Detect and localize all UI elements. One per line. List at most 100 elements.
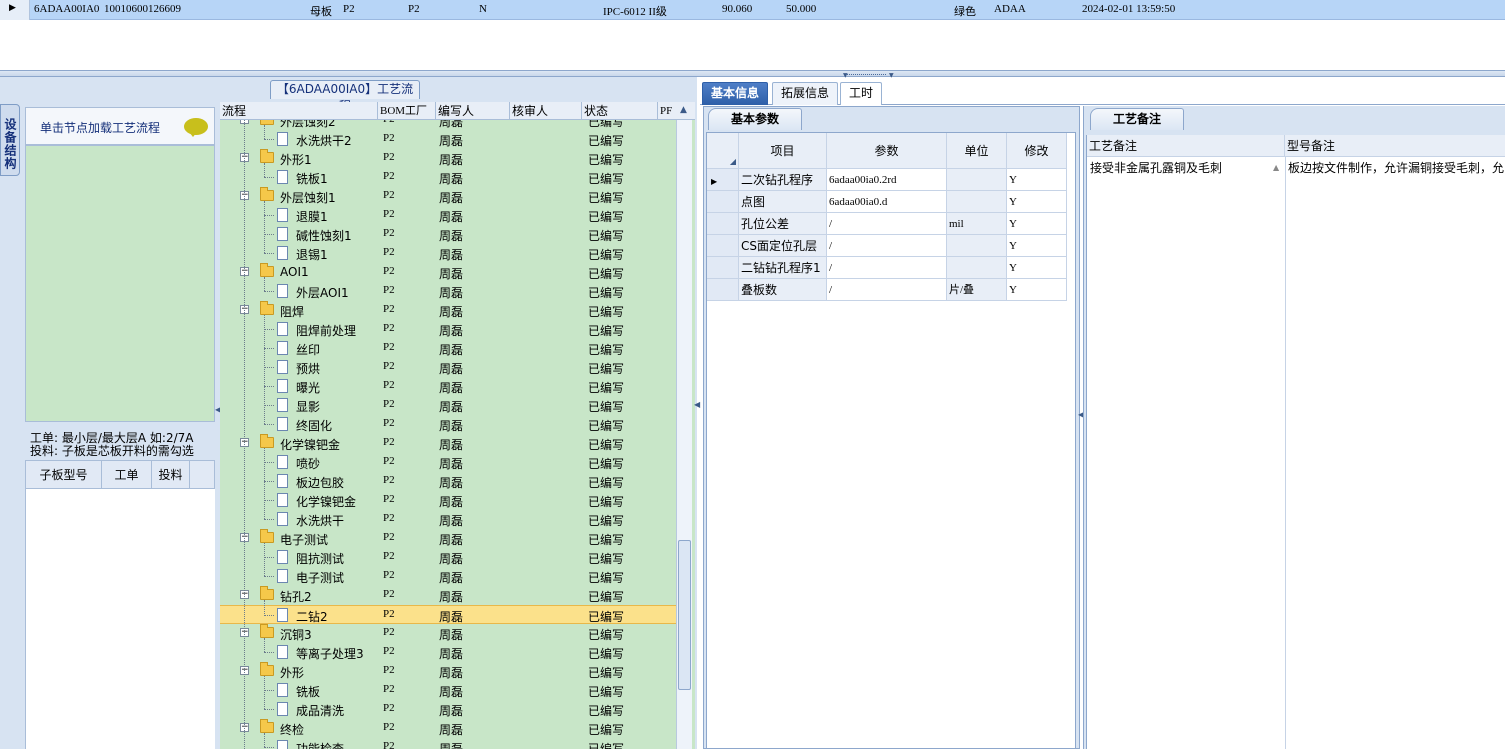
folder-icon <box>260 149 274 163</box>
tree-row[interactable]: −外层蚀刻2P2周磊已编写 <box>220 120 676 130</box>
model-remark-text[interactable]: 板边按文件制作，允许漏铜接受毛刺，允 <box>1288 159 1504 176</box>
col-modify[interactable]: 修改 <box>1007 133 1067 169</box>
row-header[interactable] <box>707 257 739 279</box>
tree-row[interactable]: − 沉铜3 P2 周磊 已编写 <box>220 624 676 643</box>
tree-row[interactable]: 板边包胶 P2 周磊 已编写 <box>220 472 676 491</box>
col-item[interactable]: 项目 <box>739 133 827 169</box>
col-subboard-model[interactable]: 子板型号 <box>26 461 102 490</box>
tree-row[interactable]: 丝印 P2 周磊 已编写 <box>220 339 676 358</box>
col-param[interactable]: 参数 <box>827 133 947 169</box>
tree-row[interactable]: 阻抗测试 P2 周磊 已编写 <box>220 548 676 567</box>
tab-equipment-structure[interactable]: 设备结构 <box>0 104 20 176</box>
tree-row[interactable]: − 电子测试 P2 周磊 已编写 <box>220 529 676 548</box>
tree-row[interactable]: − 外形 P2 周磊 已编写 <box>220 662 676 681</box>
bom-factory-cell: P2 <box>383 455 395 467</box>
bom-factory-cell: P2 <box>383 588 395 600</box>
tab-basic-info[interactable]: 基本信息 <box>702 82 769 105</box>
param-modify-cell[interactable]: Y <box>1007 169 1067 191</box>
writer-cell: 周磊 <box>439 438 464 452</box>
tree-row[interactable]: 成品清洗 P2 周磊 已编写 <box>220 700 676 719</box>
col-process[interactable]: 流程 <box>220 102 378 120</box>
param-value-cell[interactable]: / <box>827 257 947 279</box>
subboard-list[interactable] <box>25 489 215 749</box>
param-modify-cell[interactable]: Y <box>1007 279 1067 301</box>
tab-basic-params[interactable]: 基本参数 <box>708 108 802 130</box>
tree-row[interactable]: 铣板 P2 周磊 已编写 <box>220 681 676 700</box>
params-grid[interactable]: ◢ 项目 参数 单位 修改 ▶ 二次钻孔程序 6adaa00ia0.2rd Y 点图 6a… <box>706 132 1076 749</box>
process-tree[interactable]: 流程 BOM工厂 编写人 核审人 状态 PF ▲ −外层蚀刻2P2周磊已编写水洗… <box>220 102 695 749</box>
tree-row[interactable]: 退锡1 P2 周磊 已编写 <box>220 244 676 263</box>
col-process-remark[interactable]: 工艺备注 <box>1087 135 1285 157</box>
col-unit[interactable]: 单位 <box>947 133 1007 169</box>
tree-row[interactable]: − 化学镍钯金 P2 周磊 已编写 <box>220 434 676 453</box>
collapse-arrow-icon[interactable]: ◀ <box>694 400 700 409</box>
param-modify-cell[interactable]: Y <box>1007 213 1067 235</box>
tree-row[interactable]: 化学镍钯金 P2 周磊 已编写 <box>220 491 676 510</box>
tree-row[interactable]: 曝光 P2 周磊 已编写 <box>220 377 676 396</box>
tree-row[interactable]: 退膜1 P2 周磊 已编写 <box>220 206 676 225</box>
col-status[interactable]: 状态 <box>582 102 658 120</box>
order-row[interactable]: ▶ 6ADAA00IA0 10010600126609 母板 P2 P2 N I… <box>0 0 1505 20</box>
col-writer[interactable]: 编写人 <box>436 102 510 120</box>
tree-row[interactable]: 阻焊前处理 P2 周磊 已编写 <box>220 320 676 339</box>
col-feed[interactable]: 投料 <box>152 461 190 490</box>
tree-row[interactable]: 外层AOI1 P2 周磊 已编写 <box>220 282 676 301</box>
tree-row[interactable]: − AOI1 P2 周磊 已编写 <box>220 263 676 282</box>
tree-row[interactable]: 等离子处理3 P2 周磊 已编写 <box>220 643 676 662</box>
tree-row[interactable]: − 外形1 P2 周磊 已编写 <box>220 149 676 168</box>
param-modify-cell[interactable]: Y <box>1007 235 1067 257</box>
scroll-up-icon[interactable]: ▲ <box>1273 163 1279 172</box>
tab-work-hours[interactable]: 工时 <box>840 82 883 105</box>
status-cell: 已编写 <box>588 590 625 604</box>
tree-row[interactable]: 终固化 P2 周磊 已编写 <box>220 415 676 434</box>
param-value-cell[interactable]: / <box>827 213 947 235</box>
param-item-cell: 叠板数 <box>739 279 827 301</box>
process-remark-text[interactable]: 接受非金属孔露铜及毛刺 <box>1090 159 1222 176</box>
row-header[interactable] <box>707 279 739 301</box>
tree-node-label: 二钻2 <box>296 610 328 624</box>
document-icon <box>277 208 288 222</box>
tree-row[interactable]: 碱性蚀刻1 P2 周磊 已编写 <box>220 225 676 244</box>
tree-row[interactable]: 二钻2 P2 周磊 已编写 <box>220 605 676 624</box>
tree-row[interactable]: 水洗烘干 P2 周磊 已编写 <box>220 510 676 529</box>
tree-row[interactable]: 功能检查 P2 周磊 已编写 <box>220 738 676 749</box>
col-bom-factory[interactable]: BOM工厂 <box>378 102 436 120</box>
tree-row[interactable]: − 阻焊 P2 周磊 已编写 <box>220 301 676 320</box>
status-cell: 已编写 <box>588 438 625 452</box>
tree-connector <box>264 386 274 387</box>
status-cell: 已编写 <box>588 552 625 566</box>
writer-cell: 周磊 <box>439 172 464 186</box>
param-modify-cell[interactable]: Y <box>1007 191 1067 213</box>
tree-row[interactable]: 预烘 P2 周磊 已编写 <box>220 358 676 377</box>
remarks-grid[interactable]: 工艺备注 型号备注 接受非金属孔露铜及毛刺 ▲ 板边按文件制作，允许漏铜接受毛刺… <box>1086 135 1505 749</box>
tree-row[interactable]: − 外层蚀刻1 P2 周磊 已编写 <box>220 187 676 206</box>
col-workorder[interactable]: 工单 <box>102 461 152 490</box>
tree-row[interactable]: 电子测试 P2 周磊 已编写 <box>220 567 676 586</box>
tab-process-remarks[interactable]: 工艺备注 <box>1090 108 1184 130</box>
param-modify-cell[interactable]: Y <box>1007 257 1067 279</box>
tree-row[interactable]: 显影 P2 周磊 已编写 <box>220 396 676 415</box>
tree-row[interactable]: 水洗烘干2 P2 周磊 已编写 <box>220 130 676 149</box>
horizontal-splitter[interactable]: ▼ ▼ <box>0 70 1505 79</box>
tab-extended-info[interactable]: 拓展信息 <box>772 82 839 105</box>
col-reviewer[interactable]: 核审人 <box>510 102 582 120</box>
row-header[interactable] <box>707 191 739 213</box>
row-header[interactable] <box>707 235 739 257</box>
tree-row[interactable]: − 终检 P2 周磊 已编写 <box>220 719 676 738</box>
param-value-cell[interactable]: 6adaa00ia0.d <box>827 191 947 213</box>
param-value-cell[interactable]: / <box>827 235 947 257</box>
tree-row[interactable]: 喷砂 P2 周磊 已编写 <box>220 453 676 472</box>
row-header[interactable] <box>707 213 739 235</box>
row-header[interactable]: ▶ <box>707 169 739 191</box>
scroll-thumb[interactable] <box>678 540 691 690</box>
tree-row[interactable]: 铣板1 P2 周磊 已编写 <box>220 168 676 187</box>
status-cell: 已编写 <box>588 457 625 471</box>
scroll-up-icon[interactable]: ▲ <box>680 105 687 115</box>
param-value-cell[interactable]: / <box>827 279 947 301</box>
col-pf[interactable]: PF <box>658 102 678 120</box>
tree-row[interactable]: − 钻孔2 P2 周磊 已编写 <box>220 586 676 605</box>
col-model-remark[interactable]: 型号备注 <box>1285 135 1505 157</box>
tree-scrollbar[interactable] <box>676 120 692 749</box>
load-flow-hint[interactable]: 单击节点加载工艺流程 <box>25 107 215 145</box>
param-value-cell[interactable]: 6adaa00ia0.2rd <box>827 169 947 191</box>
